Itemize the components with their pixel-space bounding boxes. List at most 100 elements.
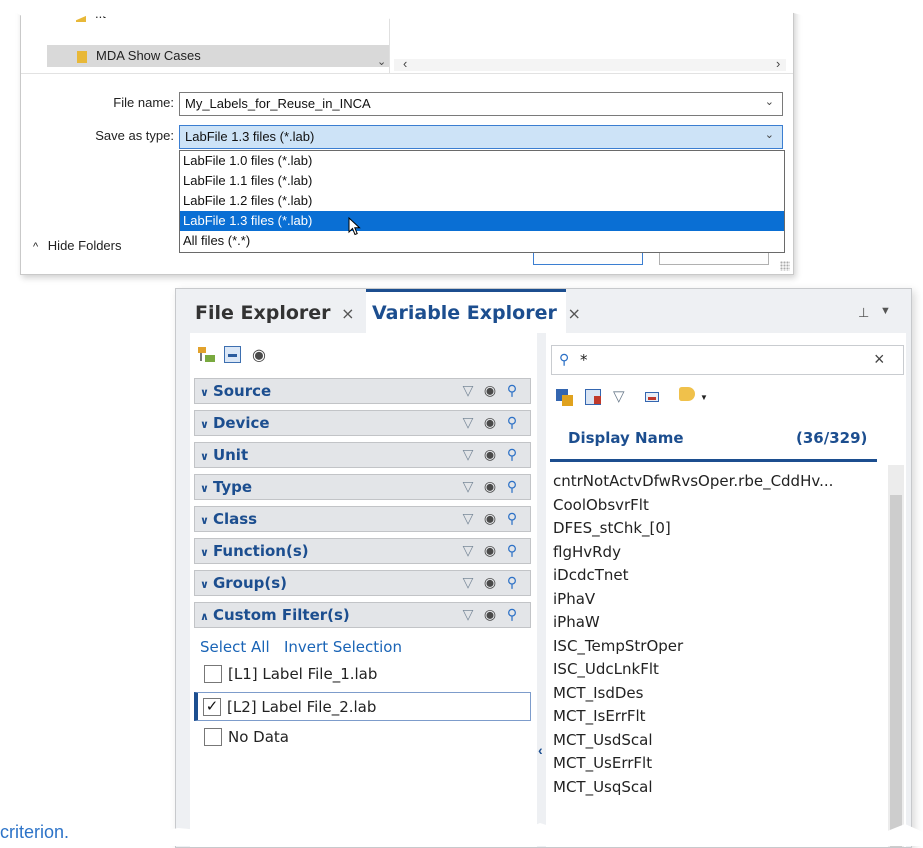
filter-section-header[interactable]: ∨ Type ▽ ◉ ⚲ [194, 474, 531, 500]
eye-icon[interactable]: ◉ [252, 345, 266, 365]
search-icon[interactable]: ⚲ [504, 479, 520, 495]
eye-icon[interactable]: ◉ [482, 543, 498, 559]
grid-color-icon[interactable] [556, 389, 573, 406]
filter-remove-icon[interactable]: ▽ [460, 607, 476, 623]
search-icon[interactable]: ⚲ [504, 511, 520, 527]
scroll-right-icon[interactable]: › [776, 56, 780, 71]
filter-item-selected[interactable]: ✓ [L2] Label File_2.lab [194, 692, 531, 721]
chevron-down-icon[interactable]: ⌄ [765, 91, 774, 113]
tag-icon[interactable] [679, 387, 695, 401]
list-item[interactable]: flgHvRdy [553, 543, 621, 561]
table-export-icon[interactable] [585, 389, 601, 405]
file-name-input[interactable]: My_Labels_for_Reuse_in_INCA ⌄ [179, 92, 783, 116]
dropdown-option[interactable]: LabFile 1.1 files (*.lab) [180, 171, 784, 191]
chevron-down-icon[interactable]: ⌄ [377, 55, 386, 68]
file-name-label: File name: [113, 95, 174, 110]
filter-remove-icon[interactable]: ▽ [460, 479, 476, 495]
resize-grip-icon[interactable] [780, 261, 790, 271]
list-item[interactable]: ISC_TempStrOper [553, 637, 683, 655]
column-header-display-name[interactable]: Display Name [568, 429, 684, 447]
grid-view-icon[interactable] [224, 346, 241, 363]
search-input[interactable]: ⚲ * × [551, 345, 904, 375]
invert-selection-link[interactable]: Invert Selection [284, 638, 402, 656]
list-item[interactable]: MCT_IsdDes [553, 684, 643, 702]
hide-folders-toggle[interactable]: ^ Hide Folders [33, 238, 122, 253]
file-name-value: My_Labels_for_Reuse_in_INCA [185, 96, 371, 111]
dropdown-arrow-icon[interactable]: ▼ [700, 393, 708, 402]
filter-remove-icon[interactable]: ▽ [460, 383, 476, 399]
view-menu-icon[interactable]: ▼ [880, 305, 891, 317]
tab-label: File Explorer [195, 302, 331, 324]
close-icon[interactable]: × [567, 304, 580, 323]
dropdown-option-highlighted[interactable]: LabFile 1.3 files (*.lab) [180, 211, 784, 231]
list-item[interactable]: iPhaV [553, 590, 595, 608]
filter-section-header[interactable]: ∨ Device ▽ ◉ ⚲ [194, 410, 531, 436]
filter-remove-icon[interactable]: ▽ [460, 447, 476, 463]
filter-remove-icon[interactable]: ▽ [460, 511, 476, 527]
scrollbar-thumb[interactable] [890, 495, 902, 847]
checkbox-checked[interactable]: ✓ [203, 698, 221, 716]
filter-section-header[interactable]: ∨ Unit ▽ ◉ ⚲ [194, 442, 531, 468]
list-item[interactable]: DFES_stChk_[0] [553, 519, 671, 537]
collapse-arrow-icon[interactable]: ‹ [538, 742, 543, 758]
tab-variable-explorer[interactable]: Variable Explorer × [372, 302, 581, 324]
image-icon[interactable] [645, 392, 659, 402]
filter-section-header[interactable]: ∨ Group(s) ▽ ◉ ⚲ [194, 570, 531, 596]
tab-file-explorer[interactable]: File Explorer × [195, 302, 355, 324]
eye-icon[interactable]: ◉ [482, 607, 498, 623]
list-item[interactable]: cntrNotActvDfwRvsOper.rbe_CddHv... [553, 472, 833, 490]
list-item[interactable]: iDcdcTnet [553, 566, 629, 584]
checkbox[interactable] [204, 728, 222, 746]
dropdown-option[interactable]: LabFile 1.0 files (*.lab) [180, 151, 784, 171]
eye-icon[interactable]: ◉ [482, 511, 498, 527]
list-item[interactable]: ISC_UdcLnkFlt [553, 660, 659, 678]
dropdown-option[interactable]: LabFile 1.2 files (*.lab) [180, 191, 784, 211]
item-count: (36/329) [796, 429, 868, 447]
chevron-down-icon: ∨ [200, 578, 209, 591]
eye-icon[interactable]: ◉ [482, 479, 498, 495]
dropdown-option[interactable]: All files (*.*) [180, 231, 784, 251]
list-item[interactable]: MCT_UsdScal [553, 731, 653, 749]
tree-item-selected[interactable]: MDA Show Cases [47, 45, 389, 67]
search-icon[interactable]: ⚲ [504, 415, 520, 431]
horizontal-scrollbar[interactable]: ‹ › [394, 56, 786, 71]
search-icon[interactable]: ⚲ [504, 607, 520, 623]
chevron-down-icon: ∨ [200, 386, 209, 399]
tree-view-icon[interactable] [198, 347, 216, 363]
scroll-left-icon[interactable]: ‹ [403, 56, 407, 71]
eye-icon[interactable]: ◉ [482, 415, 498, 431]
list-item[interactable]: MCT_UsErrFlt [553, 754, 652, 772]
search-icon[interactable]: ⚲ [504, 383, 520, 399]
filter-remove-icon[interactable]: ▽ [460, 415, 476, 431]
filter-section-header[interactable]: ∨ Source ▽ ◉ ⚲ [194, 378, 531, 404]
search-icon[interactable]: ⚲ [504, 575, 520, 591]
select-all-link[interactable]: Select All [200, 638, 270, 656]
clear-icon[interactable]: × [874, 349, 885, 370]
save-as-type-select[interactable]: LabFile 1.3 files (*.lab) ⌄ [179, 125, 783, 149]
pin-icon[interactable]: ⊥ [858, 305, 869, 321]
eye-icon[interactable]: ◉ [482, 383, 498, 399]
chevron-down-icon[interactable]: ⌄ [765, 124, 774, 146]
vertical-scrollbar[interactable] [888, 465, 904, 847]
list-item[interactable]: iPhaW [553, 613, 600, 631]
filter-remove-icon[interactable]: ▽ [613, 387, 625, 405]
search-icon[interactable]: ⚲ [504, 543, 520, 559]
filter-remove-icon[interactable]: ▽ [460, 575, 476, 591]
eye-icon[interactable]: ◉ [482, 575, 498, 591]
list-item[interactable]: MCT_UsqScal [553, 778, 653, 796]
list-item[interactable]: MCT_IsErrFlt [553, 707, 646, 725]
filter-section-header[interactable]: ∧ Custom Filter(s) ▽ ◉ ⚲ [194, 602, 531, 628]
filter-section-label: Device [212, 414, 270, 432]
eye-icon[interactable]: ◉ [482, 447, 498, 463]
search-icon[interactable]: ⚲ [504, 447, 520, 463]
filter-remove-icon[interactable]: ▽ [460, 543, 476, 559]
close-icon[interactable]: × [341, 304, 354, 323]
filter-section-label: Type [212, 478, 253, 496]
filter-section-header[interactable]: ∨ Class ▽ ◉ ⚲ [194, 506, 531, 532]
save-as-type-dropdown[interactable]: LabFile 1.0 files (*.lab) LabFile 1.1 fi… [179, 150, 785, 253]
list-item[interactable]: CoolObsvrFlt [553, 496, 649, 514]
checkbox[interactable] [204, 665, 222, 683]
filter-section-header[interactable]: ∨ Function(s) ▽ ◉ ⚲ [194, 538, 531, 564]
folder-icon [77, 51, 87, 63]
chevron-up-icon: ^ [33, 241, 39, 253]
